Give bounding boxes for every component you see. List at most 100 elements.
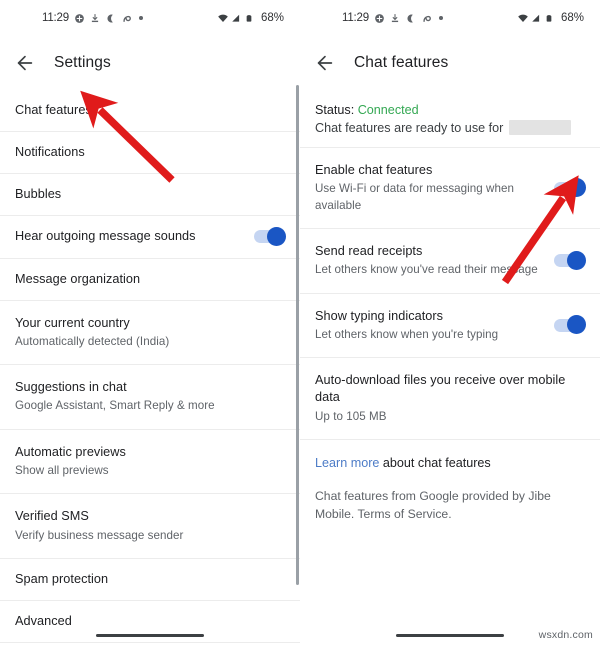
download-icon	[390, 13, 401, 24]
sidebar-item-chat-features[interactable]: Chat features	[0, 90, 300, 133]
list-item-title: Verified SMS	[15, 509, 89, 524]
row-texts: Enable chat features Use Wi-Fi or data f…	[315, 162, 544, 214]
list-item-title: Message organization	[15, 271, 141, 286]
sidebar-item-spam-protection[interactable]: Spam protection	[0, 559, 300, 602]
row-texts: Spam protection	[15, 571, 108, 588]
back-arrow-icon[interactable]	[314, 52, 336, 74]
learn-more-rest: about chat features	[379, 455, 491, 470]
status-line: Status: Connected	[315, 103, 585, 117]
back-arrow-icon[interactable]	[14, 52, 36, 74]
left-phone-screen: 11:29 68% Settings Chat features Notific…	[0, 0, 300, 646]
battery-percent-label: 68%	[260, 12, 284, 24]
provider-footer-note: Chat features from Google provided by Ji…	[315, 488, 551, 521]
setting-show-typing-indicators[interactable]: Show typing indicators Let others know w…	[300, 294, 600, 359]
list-item-subtitle: Let others know when you're typing	[315, 327, 499, 341]
battery-percent-label: 68%	[560, 12, 584, 24]
list-item-title: Advanced	[15, 614, 72, 629]
status-bar-left-group: 11:29	[342, 12, 443, 24]
list-item-subtitle: Verify business message sender	[15, 528, 184, 542]
right-phone-screen: 11:29 68% Chat features Status: Connecte…	[300, 0, 600, 646]
battery-icon	[545, 13, 556, 24]
learn-more-row: Learn more about chat features	[300, 440, 600, 484]
setting-enable-chat-features[interactable]: Enable chat features Use Wi-Fi or data f…	[300, 148, 600, 230]
sidebar-item-notifications[interactable]: Notifications	[0, 132, 300, 175]
do-not-disturb-icon	[106, 13, 117, 24]
sidebar-item-automatic-previews[interactable]: Automatic previews Show all previews	[0, 430, 300, 495]
toggle-send-read-receipts[interactable]	[554, 250, 586, 270]
more-notifications-dot	[438, 16, 443, 20]
status-description-line: Chat features are ready to use for	[315, 120, 585, 135]
sidebar-item-advanced[interactable]: Advanced	[0, 601, 300, 644]
toggle-hear-outgoing-message-sounds[interactable]	[254, 226, 286, 246]
row-texts: Send read receipts Let others know you'v…	[315, 243, 538, 279]
page-title: Settings	[54, 54, 111, 71]
sidebar-item-your-current-country[interactable]: Your current country Automatically detec…	[0, 301, 300, 366]
swirl-app-icon	[122, 13, 133, 24]
status-bar-right-group: 68%	[517, 0, 584, 36]
list-item-title: Enable chat features	[315, 163, 433, 177]
home-indicator	[96, 634, 204, 637]
list-item-title: Chat features	[15, 103, 92, 117]
battery-icon	[245, 13, 256, 24]
row-texts: Message organization	[15, 271, 140, 288]
row-texts: Bubbles	[15, 186, 61, 203]
toggle-enable-chat-features[interactable]	[554, 178, 586, 198]
list-item-title: Your current country	[15, 315, 130, 330]
app-notification-icon	[74, 13, 85, 24]
learn-more-link[interactable]: Learn more	[315, 456, 379, 470]
sidebar-item-bubbles[interactable]: Bubbles	[0, 174, 300, 217]
list-item-title: Send read receipts	[315, 244, 423, 259]
list-item-subtitle: Automatically detected (India)	[15, 334, 170, 348]
row-texts: Verified SMS Verify business message sen…	[15, 508, 183, 544]
vertical-scrollbar[interactable]	[296, 85, 299, 585]
status-bar-clock: 11:29	[342, 12, 369, 24]
do-not-disturb-icon	[406, 13, 417, 24]
dual-screenshot-container: 11:29 68% Settings Chat features Notific…	[0, 0, 600, 646]
connection-status-block: Status: Connected Chat features are read…	[300, 90, 600, 148]
status-bar-right-group: 68%	[217, 0, 284, 36]
sidebar-item-verified-sms[interactable]: Verified SMS Verify business message sen…	[0, 494, 300, 560]
row-texts: Suggestions in chat Google Assistant, Sm…	[15, 379, 215, 415]
list-item-subtitle: Google Assistant, Smart Reply & more	[15, 399, 215, 413]
row-texts: Advanced	[15, 613, 72, 630]
app-notification-icon	[374, 13, 385, 24]
row-texts: Automatic previews Show all previews	[15, 444, 126, 480]
watermark: wsxdn.com	[538, 629, 593, 641]
list-item-subtitle: Up to 105 MB	[315, 409, 387, 423]
wifi-icon	[217, 13, 228, 24]
status-badge: Connected	[357, 103, 419, 117]
setting-send-read-receipts[interactable]: Send read receipts Let others know you'v…	[300, 229, 600, 294]
page-title: Chat features	[354, 54, 449, 71]
sidebar-item-suggestions-in-chat[interactable]: Suggestions in chat Google Assistant, Sm…	[0, 365, 300, 430]
list-item-title: Suggestions in chat	[15, 380, 127, 395]
home-indicator	[396, 634, 504, 637]
status-description: Chat features are ready to use for	[315, 120, 504, 135]
row-texts: Chat features	[15, 102, 92, 119]
list-item-title: Bubbles	[15, 187, 62, 202]
toggle-show-typing-indicators[interactable]	[554, 315, 586, 335]
row-texts: Notifications	[15, 144, 85, 161]
list-item-title: Hear outgoing message sounds	[15, 229, 196, 244]
list-item-title: Notifications	[15, 145, 85, 160]
settings-list: Chat features Notifications Bubbles Hear…	[0, 90, 300, 646]
list-item-subtitle: Show all previews	[15, 464, 109, 478]
list-item-title: Spam protection	[15, 572, 109, 587]
row-texts: Hear outgoing message sounds	[15, 228, 196, 245]
download-icon	[90, 13, 101, 24]
sidebar-item-message-organization[interactable]: Message organization	[0, 259, 300, 301]
setting-auto-download-files[interactable]: Auto-download files you receive over mob…	[300, 358, 600, 440]
status-bar-clock: 11:29	[42, 12, 69, 24]
list-item-title: Auto-download files you receive over mob…	[315, 373, 566, 405]
cellular-signal-icon	[231, 13, 242, 24]
list-item-title: Show typing indicators	[315, 308, 444, 323]
status-label: Status:	[315, 103, 355, 117]
row-texts: Show typing indicators Let others know w…	[315, 308, 498, 344]
redacted-phone-number	[509, 120, 572, 135]
sidebar-item-hear-outgoing-message-sounds[interactable]: Hear outgoing message sounds	[0, 216, 300, 259]
row-texts: Auto-download files you receive over mob…	[315, 372, 584, 425]
right-app-bar: Chat features	[300, 36, 600, 90]
swirl-app-icon	[422, 13, 433, 24]
wifi-icon	[517, 13, 528, 24]
chat-features-list: Enable chat features Use Wi-Fi or data f…	[300, 148, 600, 523]
more-notifications-dot	[138, 16, 143, 20]
